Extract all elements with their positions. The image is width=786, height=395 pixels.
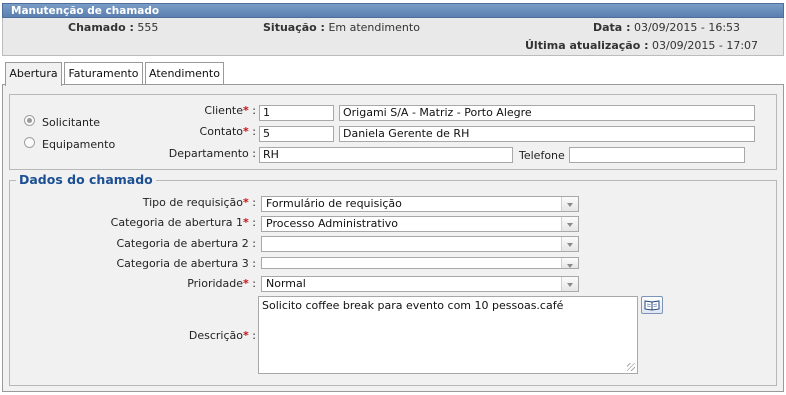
categoria1-select[interactable]: Processo Administrativo bbox=[261, 216, 579, 232]
chevron-down-icon[interactable] bbox=[561, 258, 578, 268]
descricao-colon: : bbox=[252, 329, 256, 342]
departamento-label: Departamento : bbox=[168, 147, 256, 160]
data-info: Data : 03/09/2015 - 16:53 bbox=[593, 21, 740, 34]
situacao-info: Situação : Em atendimento bbox=[263, 21, 420, 34]
prioridade-colon: : bbox=[252, 277, 256, 290]
window-title: Manutenção de chamado bbox=[11, 5, 160, 17]
telefone-label: Telefone : bbox=[519, 149, 572, 162]
contato-label-text: Contato bbox=[199, 125, 244, 138]
situacao-value: Em atendimento bbox=[328, 21, 420, 34]
tab-faturamento-label: Faturamento bbox=[68, 67, 139, 80]
radio-equipamento[interactable] bbox=[24, 137, 35, 148]
cliente-colon: : bbox=[252, 104, 256, 117]
descricao-label: Descrição* : bbox=[189, 329, 256, 342]
chevron-down-icon[interactable] bbox=[561, 197, 578, 211]
chamado-value: 555 bbox=[137, 21, 159, 34]
radio-solicitante-label: Solicitante bbox=[42, 116, 101, 129]
descricao-label-text: Descrição bbox=[188, 329, 244, 342]
ticket-data-legend: Dados do chamado bbox=[16, 172, 156, 187]
prioridade-required-mark: * bbox=[243, 277, 249, 290]
tipo-requisicao-label: Tipo de requisição* : bbox=[143, 196, 256, 209]
radio-equipamento-label: Equipamento bbox=[42, 138, 116, 151]
cliente-label: Cliente* : bbox=[204, 104, 256, 117]
data-value: 03/09/2015 - 16:53 bbox=[633, 21, 741, 34]
contato-colon: : bbox=[252, 125, 256, 138]
categoria3-select[interactable] bbox=[261, 257, 579, 269]
tipo-required-mark: * bbox=[243, 196, 249, 209]
telefone-input[interactable] bbox=[569, 147, 745, 163]
descricao-required-mark: * bbox=[243, 329, 249, 342]
descricao-textarea[interactable]: Solicito coffee break para evento com 10… bbox=[258, 296, 638, 374]
categoria3-label: Categoria de abertura 3 : bbox=[116, 257, 256, 270]
contato-code-input[interactable]: 5 bbox=[259, 126, 334, 142]
prioridade-select[interactable]: Normal bbox=[261, 276, 579, 292]
situacao-label: Situação : bbox=[263, 21, 325, 34]
contato-required-mark: * bbox=[243, 125, 249, 138]
prioridade-value: Normal bbox=[266, 277, 306, 290]
tab-atendimento-label: Atendimento bbox=[149, 67, 220, 80]
categoria1-label: Categoria de abertura 1* : bbox=[111, 216, 256, 229]
ultima-atualizacao-value: 03/09/2015 - 17:07 bbox=[651, 39, 759, 52]
categoria2-select[interactable] bbox=[261, 236, 579, 252]
cliente-required-mark: * bbox=[243, 104, 249, 117]
tipo-requisicao-value: Formulário de requisição bbox=[266, 197, 402, 210]
descricao-text: Solicito coffee break para evento com 10… bbox=[262, 299, 564, 312]
chevron-down-icon[interactable] bbox=[561, 217, 578, 231]
ultima-atualizacao-info: Última atualização : 03/09/2015 - 17:07 bbox=[525, 39, 758, 52]
ultima-atualizacao-label: Última atualização : bbox=[525, 39, 649, 52]
categoria2-label: Categoria de abertura 2 : bbox=[116, 237, 256, 250]
chevron-down-icon[interactable] bbox=[561, 237, 578, 251]
data-label: Data : bbox=[593, 21, 631, 34]
chamado-label: Chamado : bbox=[68, 21, 134, 34]
departamento-input[interactable]: RH bbox=[259, 147, 513, 163]
tipo-colon: : bbox=[252, 196, 256, 209]
radio-solicitante[interactable] bbox=[24, 115, 35, 126]
tipo-requisicao-select[interactable]: Formulário de requisição bbox=[261, 196, 579, 212]
tipo-requisicao-label-text: Tipo de requisição bbox=[142, 196, 244, 209]
tab-abertura-label: Abertura bbox=[9, 67, 58, 80]
categoria1-required-mark: * bbox=[243, 216, 249, 229]
prioridade-label-text: Prioridade bbox=[187, 277, 244, 290]
categoria1-label-text: Categoria de abertura 1 bbox=[110, 216, 244, 229]
tab-faturamento[interactable]: Faturamento bbox=[64, 62, 143, 84]
tab-abertura[interactable]: Abertura bbox=[5, 62, 62, 86]
prioridade-label: Prioridade* : bbox=[187, 277, 256, 290]
cliente-code-input[interactable]: 1 bbox=[259, 105, 334, 121]
tab-atendimento[interactable]: Atendimento bbox=[145, 62, 224, 84]
cliente-name-input[interactable]: Origami S/A - Matriz - Porto Alegre bbox=[339, 105, 755, 121]
contato-label: Contato* : bbox=[200, 125, 256, 138]
chevron-down-icon[interactable] bbox=[561, 277, 578, 291]
categoria1-value: Processo Administrativo bbox=[266, 217, 398, 230]
categoria1-colon: : bbox=[252, 216, 256, 229]
window-title-bar: Manutenção de chamado bbox=[2, 3, 784, 18]
resize-grip-icon[interactable] bbox=[627, 363, 635, 371]
chamado-info: Chamado : 555 bbox=[68, 21, 158, 34]
cliente-label-text: Cliente bbox=[204, 104, 244, 117]
book-button[interactable] bbox=[641, 296, 663, 314]
contato-name-input[interactable]: Daniela Gerente de RH bbox=[339, 126, 755, 142]
book-icon bbox=[644, 300, 660, 311]
